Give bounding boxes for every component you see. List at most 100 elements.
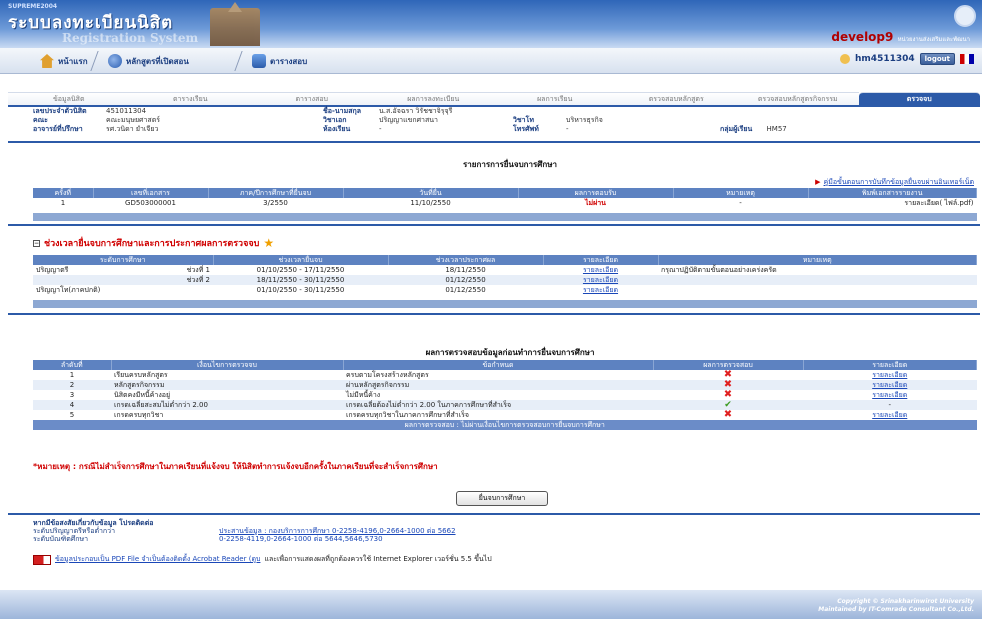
room: - [379, 125, 382, 133]
fail-icon: ✖ [723, 389, 733, 400]
group-label: กลุ่มผู้เรียน [720, 125, 753, 133]
university-logo-icon [954, 5, 976, 27]
student-info-col6: บริหารธุรกิจ - [566, 116, 603, 134]
contact-bachelor[interactable]: ประสานข้อมูล : กองบริการการศึกษา 0-2258-… [219, 527, 456, 535]
star-icon: ★ [263, 236, 275, 250]
period-title: ช่วงเวลายื่นจบการศึกษาและการประกาศผลการต… [44, 239, 260, 249]
cell-no: 2 [33, 380, 111, 390]
cell-no: 1 [60, 199, 66, 207]
user-line: develop9 หน่วยงานส่งเสริมและพัฒนา [831, 30, 970, 44]
cell-no: 5 [69, 411, 75, 419]
pdf-info: ข้อมูลประกอบเป็น PDF File จำเป็นต้องติดต… [33, 554, 492, 565]
maintained-by: Maintained by IT-Comrade Consultant Co.,… [818, 606, 974, 613]
cell-submit: 18/11/2550 - 30/11/2550 [213, 275, 388, 285]
cell-level: ปริญญาโท(ภาคปกติ) [36, 286, 101, 294]
submit-graduation-button[interactable]: ยื่นจบการศึกษา [456, 491, 548, 506]
student-name: น.ส.อัจฉรา วิรัชชาจิรุจุรี [379, 107, 453, 115]
col-header: ช่วงเวลาประกาศผล [388, 255, 544, 265]
tab-activity-check[interactable]: ตรวจสอบหลักสูตรกิจกรรม [737, 92, 859, 105]
detail-link[interactable]: รายละเอียด [803, 380, 977, 390]
cell-condition: นิสิตคงมีหนี้ค้างอยู่ [114, 391, 171, 399]
check-summary: ผลการตรวจสอบ : ไม่ผ่านเงื่อนไขการตรวจสอบ… [33, 420, 977, 430]
cell-rule: ไม่มีหนี้ค้าง [346, 391, 381, 399]
tab-curriculum-check[interactable]: ตรวจสอบหลักสูตร [615, 92, 737, 105]
advisor-label: อาจารย์ที่ปรึกษา [33, 125, 83, 133]
nav-courses-label: หลักสูตรที่เปิดสอน [126, 56, 189, 66]
col-header: ลำดับที่ [33, 360, 112, 370]
period-table: ระดับการศึกษา ช่วงเวลายื่นจบ ช่วงเวลาประ… [33, 255, 977, 295]
detail-link[interactable]: รายละเอียด [543, 275, 658, 285]
table-row: ปริญญาตรี ช่วงที่ 1 01/10/2550 - 17/11/25… [33, 265, 977, 275]
tab-exam-schedule[interactable]: ตารางสอบ [251, 92, 373, 105]
col-header: เงื่อนไขการตรวจจบ [111, 360, 344, 370]
user-icon [840, 54, 851, 64]
phone-label: โทรศัพท์ [513, 125, 539, 133]
nav-courses[interactable]: หลักสูตรที่เปิดสอน [108, 54, 189, 68]
acrobat-link[interactable]: ข้อมูลประกอบเป็น PDF File จำเป็นต้องติดต… [55, 554, 260, 565]
copyright: Copyright © Srinakharinwirot University [837, 598, 974, 605]
detail-link[interactable]: รายละเอียด [543, 265, 658, 275]
detail-link[interactable]: รายละเอียด [803, 390, 977, 400]
student-info-col2: 451011304 คณะมนุษยศาสตร์ รศ.วนิดา ยำเจีย… [106, 107, 160, 134]
tab-graduation-check[interactable]: ตรวจจบ [858, 92, 980, 105]
contact-label: ระดับบัณฑิตศึกษา [33, 535, 89, 543]
col-header: วันที่ยื่น [343, 188, 519, 198]
cell-note [658, 275, 977, 285]
collapse-icon[interactable]: − [33, 239, 40, 247]
col-header: ช่วงเวลายื่นจบ [213, 255, 389, 265]
divider [8, 141, 980, 143]
tab-timetable[interactable]: ตารางเรียน [129, 92, 251, 105]
contact-label: ระดับปริญญาตรีหรือต่ำกว่า [33, 527, 116, 535]
cell-term: 3/2550 [263, 199, 288, 207]
col-header: รายละเอียด [543, 255, 659, 265]
major-label: วิชาเอก [323, 116, 347, 124]
system-title-en: Registration System [62, 31, 199, 45]
table-row: 1 GD503000001 3/2550 11/10/2550 ไม่ผ่าน … [33, 198, 977, 208]
cell-submit: 01/10/2550 - 30/11/2550 [256, 286, 345, 294]
nav-exam[interactable]: ตารางสอบ [252, 54, 307, 68]
nav-home-label: หน้าแรก [58, 56, 88, 66]
cell-condition: เรียนครบหลักสูตร [114, 371, 168, 379]
tab-registration-result[interactable]: ผลการลงทะเบียน [372, 92, 494, 105]
manual-link[interactable]: คู่มือขั้นตอนการบันทึกข้อมูลยื่นจบผ่านอิ… [815, 177, 974, 188]
nav-bar: หน้าแรก หลักสูตรที่เปิดสอน ตารางสอบ hm45… [0, 48, 982, 74]
tab-grades[interactable]: ผลการเรียน [494, 92, 616, 105]
cell-level: ช่วงที่ 2 [33, 275, 213, 285]
user-area: hm4511304 logout [840, 53, 974, 65]
building-image [210, 8, 260, 46]
cell-print[interactable]: รายละเอียด( ไฟล์.pdf) [808, 198, 977, 208]
advisor: รศ.วนิดา ยำเจียว [106, 125, 159, 133]
col-header: ผลการตอบรับ [518, 188, 674, 198]
nav-home[interactable]: หน้าแรก [40, 54, 88, 68]
nav-exam-label: ตารางสอบ [270, 56, 308, 66]
student-info-col1: เลขประจำตัวนิสิต คณะ อาจารย์ที่ปรึกษา [33, 107, 87, 134]
cell-note [658, 285, 977, 295]
check-table: ลำดับที่ เงื่อนไขการตรวจจบ ข้อกำหนด ผลกา… [33, 360, 977, 430]
cell-result: ไม่ผ่าน [585, 199, 606, 207]
cell-rule: เกรดครบทุกวิชาในภาคการศึกษาที่สำเร็จ [346, 411, 469, 419]
room-label: ห้องเรียน [323, 125, 351, 133]
submission-table: ครั้งที่ เลขที่เอกสาร ภาค/ปีการศึกษาที่ย… [33, 188, 977, 208]
col-header: พิมพ์เอกสารรายงาน [808, 188, 977, 198]
faculty: คณะมนุษยศาสตร์ [106, 116, 161, 124]
check-title: ผลการตรวจสอบข้อมูลก่อนทำการยื่นจบการศึกษ… [425, 348, 595, 357]
tab-bar: ข้อมูลนิสิต ตารางเรียน ตารางสอบ ผลการลงท… [8, 92, 980, 105]
table-row: 5 เกรดครบทุกวิชา เกรดครบทุกวิชาในภาคการศ… [33, 410, 977, 420]
fail-icon: ✖ [723, 409, 733, 420]
cell-note: กรุณาปฏิบัติตามขั้นตอนอย่างเคร่งครัด [661, 266, 777, 274]
detail-link[interactable]: รายละเอียด [543, 285, 658, 295]
detail-link[interactable]: รายละเอียด [803, 410, 977, 420]
logout-button[interactable]: logout [919, 53, 955, 65]
table-row: 3 นิสิตคงมีหนี้ค้างอยู่ ไม่มีหนี้ค้าง ✖ … [33, 390, 977, 400]
language-flag-icon[interactable] [960, 54, 974, 64]
contact-info: หากมีข้อสงสัยเกี่ยวกับข้อมูล โปรดติดต่อ … [33, 519, 456, 543]
minor-label: วิชาโท [513, 116, 534, 124]
divider [8, 513, 980, 515]
name-label: ชื่อ-นามสกุล [323, 107, 361, 115]
tab-student-info[interactable]: ข้อมูลนิสิต [8, 92, 130, 105]
detail-link[interactable]: รายละเอียด [803, 370, 977, 380]
cell-condition: เกรดครบทุกวิชา [114, 411, 164, 419]
cell-detail: - [803, 400, 977, 410]
cell-date: 11/10/2550 [410, 199, 451, 207]
minor: บริหารธุรกิจ [566, 116, 603, 124]
